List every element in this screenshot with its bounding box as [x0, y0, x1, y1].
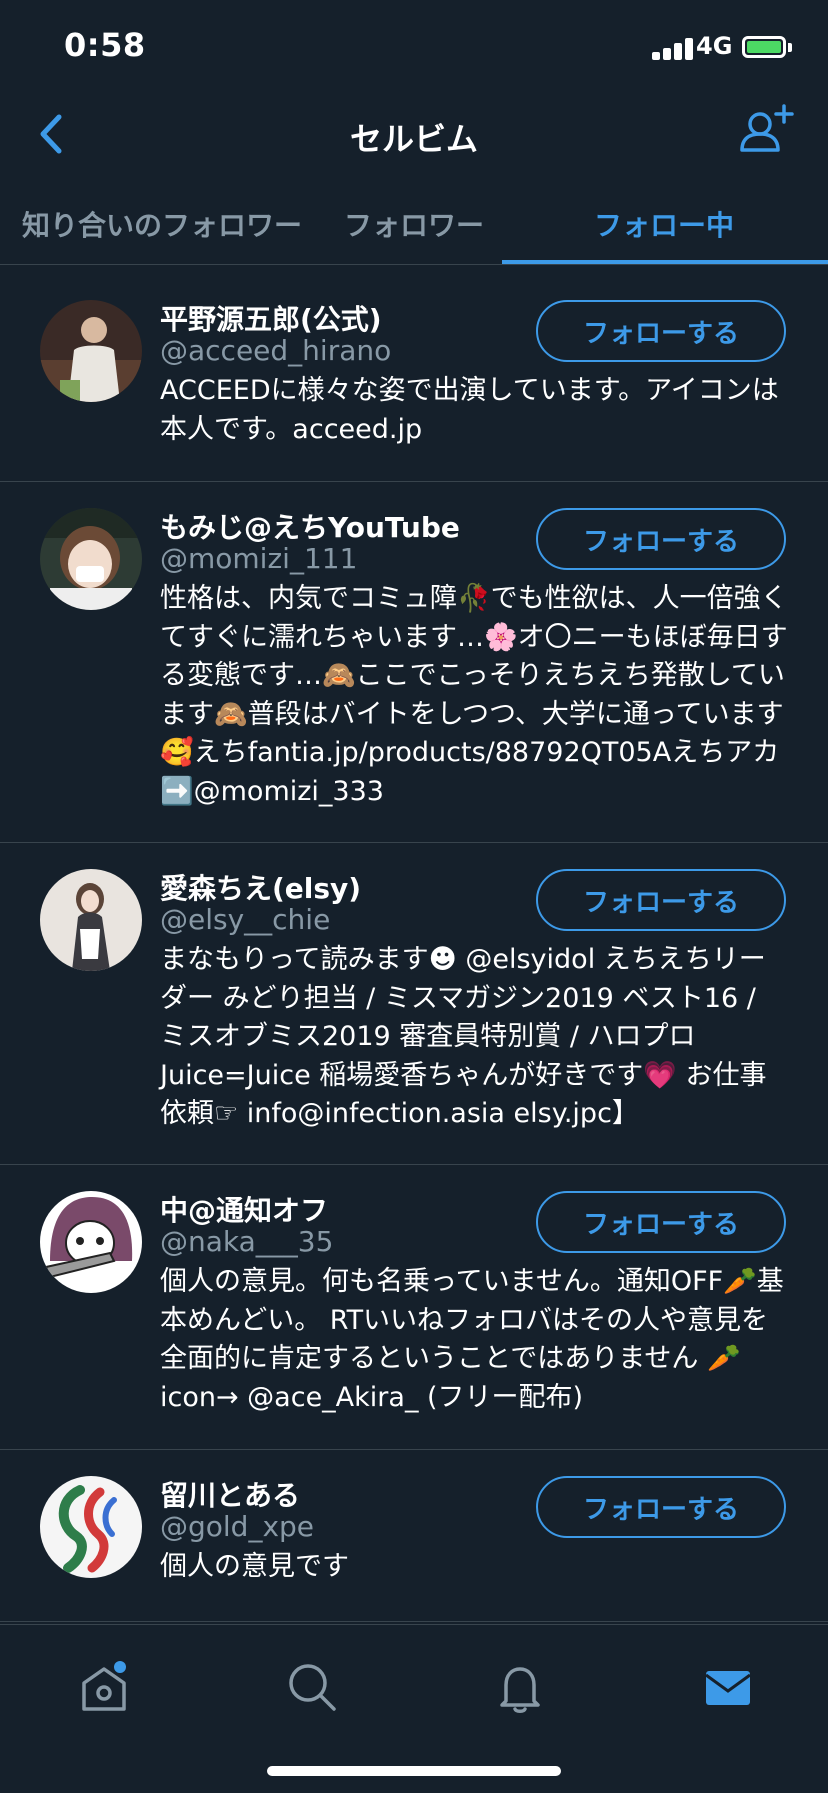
- add-user-icon: [740, 104, 794, 152]
- user-list: 平野源五郎(公式) @acceed_hirano ACCEEDに様々な姿で出演し…: [0, 274, 828, 1622]
- list-item[interactable]: 平野源五郎(公式) @acceed_hirano ACCEEDに様々な姿で出演し…: [0, 274, 828, 482]
- tab-bar: 知り合いのフォロワー フォロワー フォロー中: [0, 192, 828, 265]
- user-handle: @elsy__chie: [160, 903, 331, 936]
- user-handle: @acceed_hirano: [160, 334, 392, 367]
- user-name: 愛森ちえ(elsy): [160, 872, 362, 905]
- add-user-button[interactable]: [736, 102, 796, 162]
- user-name: 留川とある: [160, 1479, 301, 1512]
- user-bio: ACCEEDに様々な姿で出演しています。アイコンは本人です。acceed.jp: [160, 375, 779, 445]
- nav-notifications[interactable]: [490, 1657, 550, 1717]
- follow-button[interactable]: フォローする: [536, 1476, 786, 1538]
- header: セルビム: [0, 96, 828, 192]
- follow-button[interactable]: フォローする: [536, 869, 786, 931]
- tab-known-followers[interactable]: 知り合いのフォロワー: [22, 204, 302, 244]
- user-name: もみじ@えちYouTube: [160, 511, 460, 544]
- mail-icon: [705, 1671, 751, 1705]
- follow-button[interactable]: フォローする: [536, 1191, 786, 1253]
- user-bio: 個人の意見。何も名乗っていません。通知OFF🥕基本めんどい。 RTいいねフォロバ…: [160, 1266, 784, 1413]
- user-handle: @momizi_111: [160, 542, 358, 575]
- status-bar: 0:58 4G: [0, 0, 828, 96]
- signal-icon: [652, 36, 696, 60]
- follow-button[interactable]: フォローする: [536, 508, 786, 570]
- search-icon: [289, 1664, 336, 1711]
- avatar[interactable]: [40, 869, 142, 971]
- nav-search[interactable]: [282, 1657, 342, 1717]
- list-item[interactable]: 愛森ちえ(elsy) @elsy__chie まなもりって読みます☻ @elsy…: [0, 843, 828, 1165]
- active-tab-indicator: [502, 260, 828, 264]
- nav-home[interactable]: [74, 1657, 134, 1717]
- status-time: 0:58: [64, 26, 146, 64]
- avatar[interactable]: [40, 300, 142, 402]
- follow-button[interactable]: フォローする: [536, 300, 786, 362]
- list-item[interactable]: 留川とある @gold_xpe 個人の意見です フォローする: [0, 1450, 828, 1622]
- bell-icon: [500, 1667, 540, 1713]
- user-name: 平野源五郎(公式): [160, 303, 382, 336]
- tab-following[interactable]: フォロー中: [594, 204, 734, 244]
- nav-messages[interactable]: [698, 1657, 758, 1717]
- battery-tip: [788, 43, 792, 52]
- list-item[interactable]: 中@通知オフ @naka___35 個人の意見。何も名乗っていません。通知OFF…: [0, 1165, 828, 1450]
- page-title: セルビム: [349, 120, 478, 158]
- avatar[interactable]: [40, 1191, 142, 1293]
- user-bio: まなもりって読みます☻ @elsyidol えちえちリーダー みどり担当 / ミ…: [160, 944, 767, 1129]
- user-name: 中@通知オフ: [160, 1194, 329, 1227]
- network-type: 4G: [696, 32, 733, 60]
- tab-followers[interactable]: フォロワー: [344, 204, 484, 244]
- user-bio: 性格は、内気でコミュ障🥀でも性欲は、人一倍強くてすぐに濡れちゃいます…🌸オ〇ニー…: [160, 583, 788, 807]
- home-icon: [82, 1661, 126, 1711]
- avatar[interactable]: [40, 1476, 142, 1578]
- user-handle: @naka___35: [160, 1225, 334, 1258]
- user-bio: 個人の意見です: [160, 1551, 349, 1582]
- home-indicator: [267, 1766, 561, 1776]
- list-item[interactable]: もみじ@えちYouTube @momizi_111 性格は、内気でコミュ障🥀でも…: [0, 482, 828, 843]
- avatar[interactable]: [40, 508, 142, 610]
- battery-icon: [742, 36, 786, 58]
- user-handle: @gold_xpe: [160, 1510, 315, 1543]
